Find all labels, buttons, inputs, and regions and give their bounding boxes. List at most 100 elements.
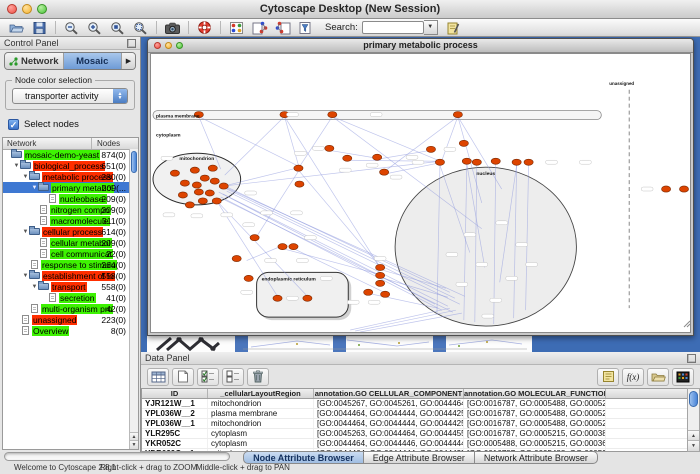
graph-node[interactable] [364,289,373,295]
search-input[interactable] [362,21,424,34]
save-session-icon[interactable] [28,20,51,36]
graph-node[interactable] [472,159,481,165]
select-attributes-icon[interactable] [197,368,219,386]
graph-node[interactable] [459,140,468,146]
unselect-attributes-icon[interactable] [222,368,244,386]
snapshot-camera-icon[interactable] [161,20,184,36]
graph-node[interactable] [679,186,688,192]
graph-node[interactable] [380,169,389,175]
tab-overflow-arrow[interactable]: ▶ [122,53,135,69]
attribute-table-icon[interactable] [147,368,169,386]
graph-node[interactable] [295,181,304,187]
graph-node[interactable] [208,165,217,171]
graph-node[interactable] [376,272,385,278]
create-network-view-icon[interactable] [248,20,271,36]
tree-row-primary-metabol[interactable]: ▼primary metabol209(... [3,182,129,193]
zoom-fit-icon[interactable] [129,20,152,36]
table-row-ylr295c[interactable]: YLR295Ccytoplasm[GO:0045263, GO:0044464,… [142,429,687,439]
tree-row-metabolic-process[interactable]: ▼metabolic process280(0) [3,171,129,182]
graph-node[interactable] [185,202,194,208]
graph-node[interactable] [210,178,219,184]
graph-node[interactable] [303,295,312,301]
annotate-icon[interactable] [442,20,465,36]
tree-row-nucleobase[interactable]: nucleobase-209(0) [3,193,129,204]
tab-node-attribute-browser[interactable]: Node Attribute Browser [243,451,364,464]
network-canvas[interactable]: plasma membranecytoplasmmitochondrionnuc… [150,53,691,333]
table-row-ypl036w-2[interactable]: YPL036W__2plasma membrane[GO:0044464, GO… [142,409,687,419]
tree-row-nitrogen-compo[interactable]: nitrogen compo209(0) [3,204,129,215]
attribute-function-icon[interactable]: f(x) [622,368,644,386]
column-header-annotation-go-molecular-function[interactable]: annotation.GO MOLECULAR_FUNCTION [464,389,606,398]
graph-node[interactable] [250,235,259,241]
graph-node[interactable] [426,146,435,152]
disclosure-triangle-icon[interactable]: ▼ [31,284,38,290]
table-row-yjr121w-1[interactable]: YJR121W__1mitochondrion[GO:0045267, GO:0… [142,399,687,409]
graph-node[interactable] [376,264,385,270]
graph-node[interactable] [343,155,352,161]
tree-row-response-to-stimulu[interactable]: response to stimulu264(0) [3,259,129,270]
graph-node[interactable] [381,291,390,297]
tree-row-transport[interactable]: ▼transport558(0) [3,281,129,292]
filter-icon[interactable] [294,20,317,36]
graph-node[interactable] [294,165,303,171]
tree-row-biological-process[interactable]: ▼biological_process651(0) [3,160,129,171]
graph-node[interactable] [198,198,207,204]
tree-row-multi-organism-pro[interactable]: multi-organism pro42(0) [3,303,129,314]
tree-row-secretion[interactable]: secretion41(0) [3,292,129,303]
open-file-icon[interactable] [5,20,28,36]
tree-row-overview[interactable]: Overview8(0) [3,325,129,336]
graph-node[interactable] [325,145,334,151]
tree-row-cell-communicat[interactable]: cell communicat22(0) [3,248,129,259]
table-scrollbar-thumb[interactable] [689,391,698,407]
help-lifebuoy-icon[interactable] [193,20,216,36]
disclosure-triangle-icon[interactable]: ▼ [31,185,38,191]
graph-node[interactable] [219,183,228,189]
graph-node[interactable] [205,190,214,196]
disclosure-triangle-icon[interactable]: ▼ [13,163,20,169]
tab-network-attribute-browser[interactable]: Network Attribute Browser [475,451,598,464]
graph-node[interactable] [435,159,444,165]
attribute-table[interactable]: ID_cellularLayoutRegionannotation.GO CEL… [141,388,687,452]
graph-node[interactable] [524,159,533,165]
attribute-editor-notepad-icon[interactable] [597,368,619,386]
column-header-id[interactable]: ID [142,389,208,398]
delete-attribute-trash-icon[interactable] [247,368,269,386]
graph-node[interactable] [192,182,201,188]
tree-row-cellular-process[interactable]: ▼cellular process614(0) [3,226,129,237]
node-color-dropdown[interactable]: transporter activity ▲▼ [12,88,128,104]
graph-node[interactable] [462,158,471,164]
import-attributes-folder-icon[interactable] [647,368,669,386]
destroy-network-view-icon[interactable] [271,20,294,36]
column-header-cellularlayoutregion[interactable]: _cellularLayoutRegion [208,389,314,398]
disclosure-triangle-icon[interactable]: ▼ [22,229,29,235]
graph-node[interactable] [453,111,462,117]
zoom-selected-region-icon[interactable] [106,20,129,36]
graph-node[interactable] [170,170,179,176]
graph-node[interactable] [328,111,337,117]
tree-row-establishment-of-lo[interactable]: ▼establishment of lo558(0) [3,270,129,281]
tab-network[interactable]: Network [5,53,64,69]
tree-row-macromolecule[interactable]: macromolecule311(0) [3,215,129,226]
tab-edge-attribute-browser[interactable]: Edge Attribute Browser [364,451,475,464]
attribute-matrix-icon[interactable] [672,368,694,386]
tree-row-mosaic-demo-yeast[interactable]: mosaic-demo-yeast874(0) [3,149,129,160]
tree-row-cellular-metabol[interactable]: cellular metabol209(0) [3,237,129,248]
graph-node[interactable] [373,154,382,160]
zoom-out-icon[interactable] [60,20,83,36]
tree-scrollbar[interactable]: ▲ ▼ [129,149,138,449]
graph-node[interactable] [200,175,209,181]
select-nodes-checkbox[interactable]: ✓ [8,119,19,130]
network-window-titlebar[interactable]: primary metabolic process [148,39,693,53]
graph-node[interactable] [232,255,241,261]
column-header-annotation-go-cellular-component[interactable]: annotation.GO CELLULAR_COMPONENT [314,389,464,398]
graph-node[interactable] [278,244,287,250]
graph-node[interactable] [244,275,253,281]
table-row-ykr052c[interactable]: YKR052Ccytoplasm[GO:0044464, GO:0044446,… [142,439,687,449]
graph-node[interactable] [190,167,199,173]
graph-node[interactable] [194,189,203,195]
disclosure-triangle-icon[interactable]: ▼ [22,273,29,279]
graph-node[interactable] [491,158,500,164]
vizmapper-icon[interactable] [225,20,248,36]
graph-node[interactable] [180,180,189,186]
new-attribute-icon[interactable] [172,368,194,386]
